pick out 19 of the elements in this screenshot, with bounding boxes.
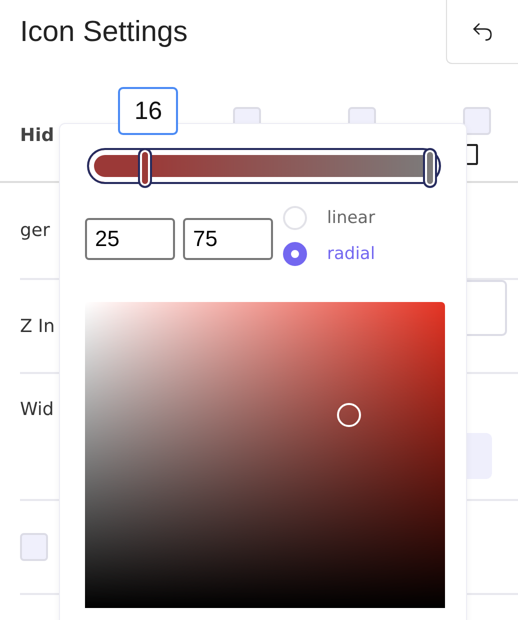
row-label: Wid	[20, 399, 54, 420]
row-label: Z In	[20, 316, 55, 336]
color-handle[interactable]	[337, 403, 361, 427]
slider-thumb[interactable]	[423, 148, 438, 188]
color-area[interactable]	[85, 302, 445, 608]
row-label: Hid	[20, 125, 54, 146]
radio-button[interactable]	[283, 242, 307, 266]
checkbox[interactable]	[20, 533, 48, 561]
undo-button[interactable]	[446, 0, 518, 64]
radio-label[interactable]: linear	[327, 208, 376, 228]
value-tooltip: 16	[118, 87, 178, 135]
radio-label[interactable]: radial	[327, 244, 376, 264]
undo-icon	[472, 22, 494, 42]
input-field[interactable]: 25	[85, 218, 175, 260]
checkbox[interactable]	[463, 107, 491, 135]
panel-title: Icon Settings	[19, 15, 188, 50]
row-label: ger	[20, 220, 50, 241]
slider-thumb[interactable]	[138, 148, 152, 188]
input-field[interactable]: 75	[183, 218, 273, 260]
